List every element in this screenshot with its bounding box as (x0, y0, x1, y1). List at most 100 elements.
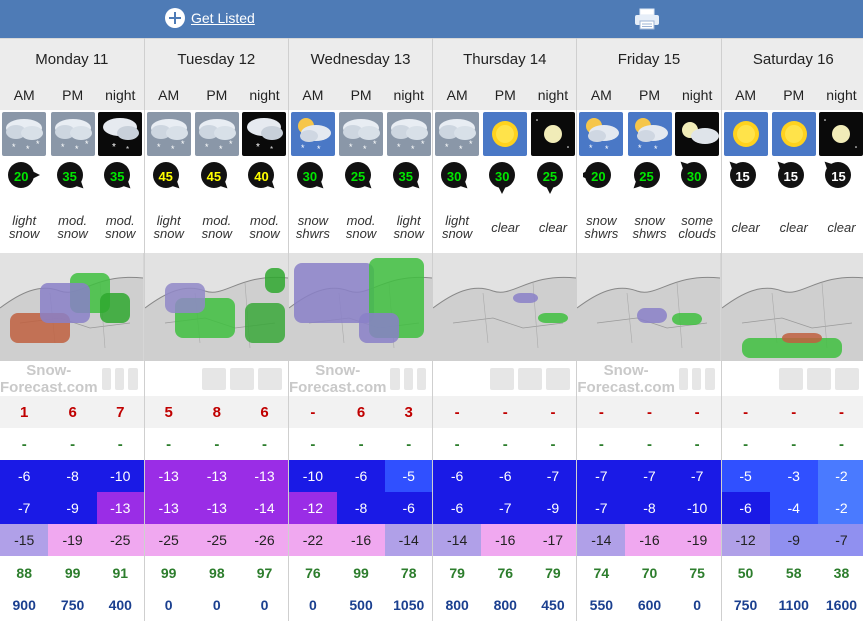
humidity: 78 (385, 556, 434, 589)
max-temp: -6 (432, 460, 482, 492)
wind-speed: 35 (110, 169, 125, 184)
map-zoom-icon[interactable] (101, 367, 111, 390)
map-refresh-icon[interactable] (807, 367, 831, 390)
wind-chill: -25 (192, 524, 242, 556)
period-label: AM (721, 80, 770, 110)
humidity: 38 (817, 556, 863, 589)
rainfall: - (96, 428, 145, 460)
rainfall: - (166, 435, 172, 453)
humidity: 70 (641, 564, 658, 581)
max-temp: -7 (529, 460, 578, 492)
forecast-map[interactable] (0, 253, 145, 361)
snowfall: 6 (241, 396, 289, 428)
wind-cell: 30 (481, 158, 529, 201)
period-label: night (673, 80, 722, 110)
map-settings-icon[interactable] (257, 367, 282, 390)
map-zoom-icon[interactable] (779, 367, 803, 390)
min-temp: -4 (769, 492, 818, 524)
svg-text:*: * (219, 144, 223, 154)
min-temp: -12 (288, 492, 337, 524)
svg-text:*: * (61, 142, 65, 152)
cloud-snow-icon: * * * (385, 112, 431, 156)
freezing-level: 500 (349, 597, 373, 613)
map-settings-icon[interactable] (835, 367, 859, 390)
map-settings-icon[interactable] (546, 367, 571, 390)
freezing-level: 0 (241, 589, 289, 621)
rainfall: - (502, 435, 508, 453)
map-settings-icon[interactable] (128, 367, 138, 390)
svg-text:*: * (469, 139, 473, 149)
day-header[interactable]: Friday 15 (576, 38, 722, 80)
description-line: clear (731, 219, 760, 235)
day-header[interactable]: Saturday 16 (721, 38, 863, 80)
period-label: PM (336, 80, 386, 110)
svg-text:*: * (654, 144, 658, 154)
brand-row: Snow-Forecast.com Snow-Forecast.com Snow-F… (0, 361, 863, 396)
weather-cell (721, 110, 770, 158)
day-header[interactable]: Tuesday 12 (144, 38, 289, 80)
day-header[interactable]: Thursday 14 (432, 38, 578, 80)
svg-text:*: * (256, 142, 260, 153)
freezing-level: 0 (212, 597, 221, 613)
map-zoom-icon[interactable] (678, 367, 689, 390)
moon-cloud-icon (674, 112, 720, 156)
sun-icon (481, 112, 529, 156)
map-refresh-icon[interactable] (692, 367, 702, 390)
wind-arrow-icon: 35 (55, 159, 91, 195)
min-temp: -7 (0, 492, 49, 524)
forecast-map[interactable] (288, 253, 434, 361)
map-zoom-icon[interactable] (490, 367, 515, 390)
printer-icon[interactable] (634, 8, 660, 30)
day-header[interactable]: Monday 11 (0, 38, 145, 80)
map-refresh-icon[interactable] (229, 367, 254, 390)
description-line: shwrs (295, 226, 330, 241)
humidity: 50 (737, 564, 754, 581)
period-label: night (96, 80, 145, 110)
map-zoom-icon[interactable] (390, 367, 400, 390)
min-temp: -7 (481, 492, 530, 524)
wind-arrow-icon: 15 (823, 159, 859, 195)
wind-arrow-icon: 30 (295, 159, 331, 195)
map-settings-icon[interactable] (416, 367, 427, 390)
map-settings-icon[interactable] (705, 367, 715, 390)
rainfall: - (358, 435, 364, 453)
min-temp: -9 (529, 492, 578, 524)
humidity: 97 (241, 556, 289, 589)
max-temp: -2 (817, 460, 863, 492)
min-temp: -2 (817, 492, 863, 524)
brand-bar: Snow-Forecast.com (0, 361, 143, 396)
wind-row: 20 35 35 45 45 40 30 25 35 30 30 25 20 25 30 15 15 15 (0, 158, 863, 201)
day-header[interactable]: Wednesday 13 (288, 38, 434, 80)
map-refresh-icon[interactable] (403, 367, 413, 390)
brand-bar (722, 361, 863, 396)
humidity: 99 (353, 564, 369, 581)
cloud-snow-icon: * * * (145, 112, 193, 156)
min-temp: -13 (144, 492, 193, 524)
forecast-map[interactable] (721, 253, 863, 361)
min-temp: -9 (48, 492, 97, 524)
wind-chill: -16 (336, 524, 386, 556)
map-zoom-icon[interactable] (201, 367, 226, 390)
weather-description: snow shwrs (577, 201, 625, 253)
forecast-map[interactable] (576, 253, 722, 361)
period-label: PM (769, 80, 818, 110)
map-refresh-icon[interactable] (114, 367, 125, 390)
wind-chill: -22 (288, 524, 337, 556)
max-temp: -10 (288, 460, 337, 492)
wind-chill: -16 (481, 524, 530, 556)
wind-chill: -17 (529, 524, 578, 556)
map-refresh-icon[interactable] (518, 367, 543, 390)
snowfall: - (817, 396, 863, 428)
snowfall: - (721, 396, 770, 428)
wind-speed: 30 (302, 169, 318, 184)
forecast-map[interactable] (144, 253, 289, 361)
weather-cell (673, 110, 722, 158)
wind-cell: 15 (721, 158, 769, 201)
forecast-map[interactable] (432, 253, 578, 361)
weather-cell: * * * (432, 110, 482, 158)
wind-cell: 30 (433, 158, 481, 201)
get-listed-link[interactable]: Get Listed (165, 8, 255, 28)
period-label: PM (481, 80, 530, 110)
snowfall: 3 (385, 396, 434, 428)
night-snow-icon: * * (241, 112, 287, 156)
